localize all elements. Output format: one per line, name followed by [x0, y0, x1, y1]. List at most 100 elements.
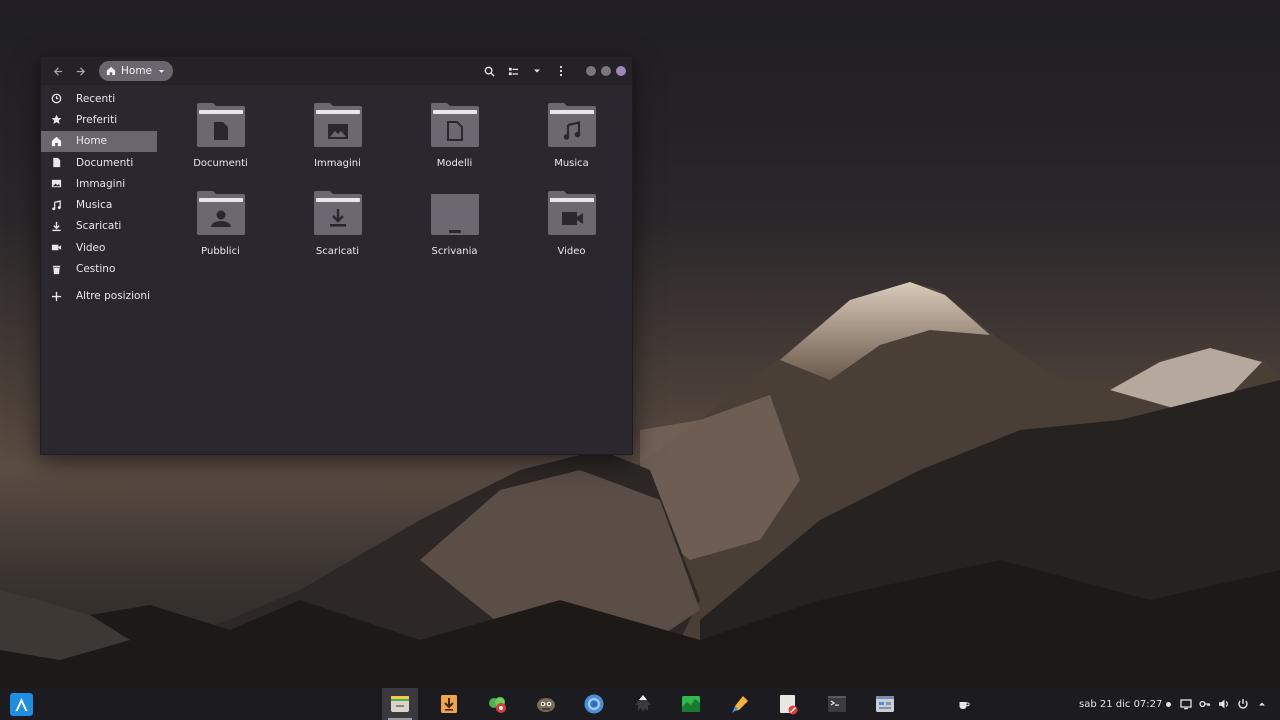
- sidebar-item-label: Preferiti: [76, 113, 118, 126]
- view-toggle-button[interactable]: [502, 60, 524, 82]
- clock-icon: [51, 93, 61, 104]
- sidebar-item-musica[interactable]: Musica: [41, 194, 157, 215]
- clock[interactable]: sab 21 dic 07:27: [1079, 688, 1172, 720]
- taskbar-app-inkscape[interactable]: [625, 688, 661, 720]
- maximize-button[interactable]: [601, 66, 611, 76]
- taskbar-app-chromium[interactable]: [576, 688, 612, 720]
- sidebar-item-recenti[interactable]: Recenti: [41, 88, 157, 109]
- tray-volume[interactable]: [1218, 698, 1230, 710]
- taskbar-app-system-monitor[interactable]: [673, 688, 709, 720]
- sidebar-item-immagini[interactable]: Immagini: [41, 173, 157, 194]
- tray-power[interactable]: [1237, 698, 1249, 710]
- folder-documenti[interactable]: Documenti: [162, 101, 279, 169]
- display-icon: [1180, 699, 1192, 710]
- search-button[interactable]: [478, 60, 500, 82]
- taskbar-app-text-editor[interactable]: [770, 688, 806, 720]
- coffee-cup-icon: [959, 702, 970, 709]
- home-icon: [51, 136, 61, 146]
- sidebar-item-other-locations[interactable]: Altre posizioni: [41, 286, 157, 307]
- taskbar-app-terminal[interactable]: [819, 688, 855, 720]
- folder-modelli[interactable]: Modelli: [396, 101, 513, 169]
- tray-caffeine[interactable]: [958, 698, 970, 710]
- sidebar-item-cestino[interactable]: Cestino: [41, 258, 157, 279]
- sidebar-item-label: Immagini: [76, 177, 126, 190]
- folder-label: Video: [557, 246, 586, 257]
- folder-label: Pubblici: [201, 246, 240, 257]
- system-tray: [959, 688, 1268, 720]
- chromium-icon: [584, 694, 604, 714]
- folder-scaricati[interactable]: Scaricati: [279, 189, 396, 257]
- sidebar-item-home[interactable]: Home: [41, 130, 157, 152]
- folder-label: Scrivania: [431, 246, 478, 257]
- folder-scrivania[interactable]: Scrivania: [396, 189, 513, 257]
- folder-label: Musica: [554, 158, 589, 169]
- chevron-down-icon: [534, 69, 540, 73]
- close-button[interactable]: [616, 66, 626, 76]
- sidebar-item-video[interactable]: Video: [41, 237, 157, 258]
- terminal-icon: [827, 696, 846, 712]
- sidebar-item-preferiti[interactable]: Preferiti: [41, 109, 157, 130]
- folder-label: Documenti: [193, 158, 248, 169]
- folder-immagini[interactable]: Immagini: [279, 101, 396, 169]
- app-launcher-button[interactable]: [10, 693, 33, 716]
- sidebar-item-label: Altre posizioni: [76, 290, 151, 303]
- sidebar-item-documenti[interactable]: Documenti: [41, 152, 157, 173]
- sidebar-item-label: Documenti: [76, 156, 134, 169]
- music-folder-icon: [547, 103, 596, 147]
- forward-button[interactable]: [69, 60, 91, 82]
- location-button[interactable]: Home: [99, 61, 174, 81]
- taskbar-app-downloader[interactable]: [431, 688, 467, 720]
- kebab-menu-icon: [559, 65, 563, 77]
- inkscape-icon: [634, 695, 651, 712]
- back-button[interactable]: [47, 60, 69, 82]
- settings-icon: [876, 696, 894, 712]
- folder-label: Modelli: [436, 158, 473, 169]
- gimp-icon: [536, 698, 555, 712]
- tray-keyring[interactable]: [1199, 698, 1211, 710]
- color-picker-icon: [731, 696, 748, 713]
- image-icon: [51, 180, 61, 188]
- headerbar: Home: [41, 57, 632, 85]
- tweaks-icon: [489, 697, 506, 713]
- sidebar-item-scaricati[interactable]: Scaricati: [41, 216, 157, 237]
- search-icon: [484, 66, 495, 77]
- folder-grid: Documenti Immagini Modelli Musica Pubbli…: [162, 101, 632, 257]
- taskbar-app-tweaks[interactable]: [479, 688, 515, 720]
- music-icon: [51, 199, 61, 210]
- document-folder-icon: [196, 103, 245, 147]
- folder-pubblici[interactable]: Pubblici: [162, 189, 279, 257]
- video-folder-icon: [547, 191, 596, 235]
- plus-icon: [51, 291, 61, 301]
- taskbar-app-color-picker[interactable]: [722, 688, 758, 720]
- system-monitor-icon: [682, 696, 700, 712]
- view-options-button[interactable]: [526, 60, 548, 82]
- sidebar: Recenti Preferiti Home Documenti Immagin…: [41, 85, 157, 454]
- menu-button[interactable]: [550, 60, 572, 82]
- sidebar-item-label: Musica: [76, 199, 113, 212]
- taskbar-app-settings[interactable]: [867, 688, 903, 720]
- public-folder-icon: [196, 191, 245, 235]
- home-icon: [106, 66, 116, 76]
- taskbar-app-files[interactable]: [382, 688, 418, 720]
- downloader-icon: [440, 695, 457, 713]
- desktop-folder-icon: [430, 191, 479, 235]
- sidebar-item-label: Home: [76, 135, 108, 148]
- download-icon: [51, 221, 61, 232]
- arrow-left-icon: [53, 66, 62, 76]
- tray-screen[interactable]: [1180, 698, 1192, 710]
- sidebar-item-label: Recenti: [76, 92, 116, 105]
- tray-expand[interactable]: [1256, 698, 1268, 710]
- folder-video[interactable]: Video: [513, 189, 630, 257]
- folder-musica[interactable]: Musica: [513, 101, 630, 169]
- folder-label: Immagini: [314, 158, 361, 169]
- image-folder-icon: [313, 103, 362, 147]
- arrow-right-icon: [76, 66, 85, 76]
- sidebar-item-label: Video: [76, 241, 106, 254]
- taskbar-app-gimp[interactable]: [528, 688, 564, 720]
- folder-label: Scaricati: [315, 246, 360, 257]
- video-icon: [51, 244, 61, 251]
- sidebar-item-label: Scaricati: [76, 220, 122, 233]
- notification-dot-icon: [1166, 701, 1172, 707]
- minimize-button[interactable]: [586, 66, 596, 76]
- key-icon: [1199, 700, 1211, 708]
